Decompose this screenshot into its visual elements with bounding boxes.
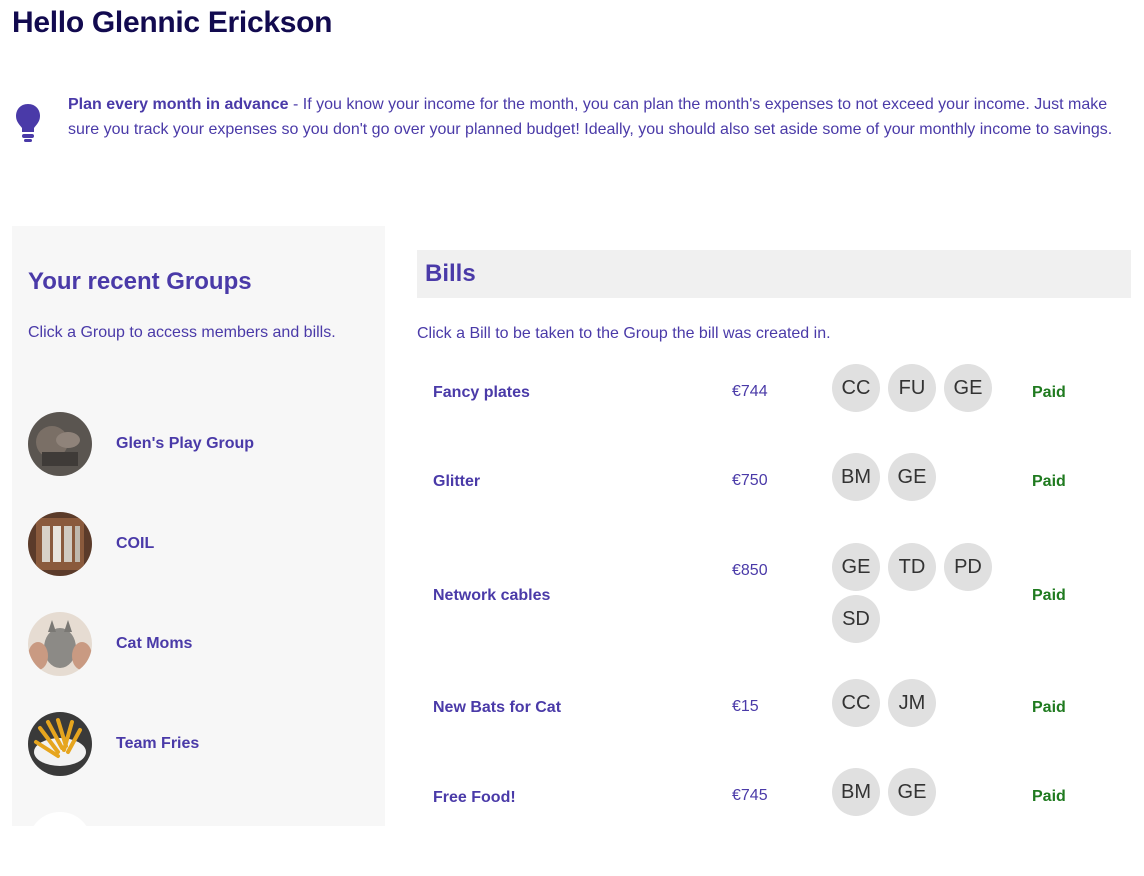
bill-amount: €750 (732, 472, 768, 489)
bill-amount: €850 (732, 562, 768, 579)
bill-members: BM GE (832, 453, 1002, 505)
bill-members: GE TD PD SD (832, 543, 1002, 647)
group-item-glens-play-group[interactable]: Glen's Play Group (28, 412, 368, 476)
bill-row-glitter[interactable]: Glitter €750 BM GE Paid (417, 453, 1131, 509)
group-name: Cat Moms (116, 635, 193, 652)
bill-amount: €744 (732, 383, 768, 400)
bill-row-network-cables[interactable]: Network cables €850 GE TD PD SD Paid (417, 543, 1131, 647)
lightbulb-icon (16, 104, 40, 142)
group-name: COIL (116, 535, 155, 552)
member-chip: BM (832, 768, 880, 816)
bill-name: Free Food! (433, 789, 516, 806)
bills-header: Bills (417, 250, 1131, 298)
group-item-team-fries[interactable]: Team Fries (28, 712, 368, 776)
tip-title: Plan every month in advance (68, 96, 289, 113)
member-chip: JM (888, 679, 936, 727)
member-chip: GE (832, 543, 880, 591)
bill-members: CC FU GE (832, 364, 1002, 416)
member-chip: GE (944, 364, 992, 412)
groups-description: Click a Group to access members and bill… (28, 324, 336, 341)
bill-name: Network cables (433, 587, 551, 604)
bill-members: CC JM (832, 679, 1002, 731)
bill-status: Paid (1032, 699, 1066, 716)
group-avatar (28, 412, 92, 476)
bill-name: Glitter (433, 473, 481, 490)
bill-name: New Bats for Cat (433, 699, 562, 716)
bill-status: Paid (1032, 384, 1066, 401)
page-greeting: Hello Glennic Erickson (12, 6, 333, 39)
bill-name: Fancy plates (433, 384, 530, 401)
group-item-cat-moms[interactable]: Cat Moms (28, 612, 368, 676)
member-chip: SD (832, 595, 880, 643)
recent-groups-panel: Your recent Groups Click a Group to acce… (12, 226, 385, 876)
bill-amount: €15 (732, 698, 759, 715)
group-avatar (28, 812, 92, 876)
bill-status: Paid (1032, 473, 1066, 490)
bills-title: Bills (425, 260, 476, 287)
bill-status: Paid (1032, 788, 1066, 805)
bill-row-free-food[interactable]: Free Food! €745 BM GE Paid (417, 768, 1131, 818)
tip-banner: Plan every month in advance - If you kno… (12, 92, 1132, 144)
bill-row-new-bats-for-cat[interactable]: New Bats for Cat €15 CC JM Paid (417, 679, 1131, 735)
member-chip: CC (832, 364, 880, 412)
group-item-coil[interactable]: COIL (28, 512, 368, 576)
member-chip: FU (888, 364, 936, 412)
bill-members: BM GE (832, 768, 1002, 820)
member-chip: GE (888, 768, 936, 816)
bill-status: Paid (1032, 587, 1066, 604)
group-avatar (28, 512, 92, 576)
member-chip: CC (832, 679, 880, 727)
group-avatar (28, 712, 92, 776)
member-chip: PD (944, 543, 992, 591)
group-name: Glen's Play Group (116, 435, 255, 452)
member-chip: TD (888, 543, 936, 591)
member-chip: BM (832, 453, 880, 501)
bill-row-fancy-plates[interactable]: Fancy plates €744 CC FU GE Paid (417, 364, 1131, 420)
tip-text: Plan every month in advance - If you kno… (68, 92, 1132, 144)
bills-description: Click a Bill to be taken to the Group th… (417, 325, 831, 342)
bill-amount: €745 (732, 787, 768, 804)
member-chip: GE (888, 453, 936, 501)
group-name: Team Fries (116, 735, 200, 752)
group-avatar (28, 612, 92, 676)
groups-title: Your recent Groups (28, 268, 252, 295)
